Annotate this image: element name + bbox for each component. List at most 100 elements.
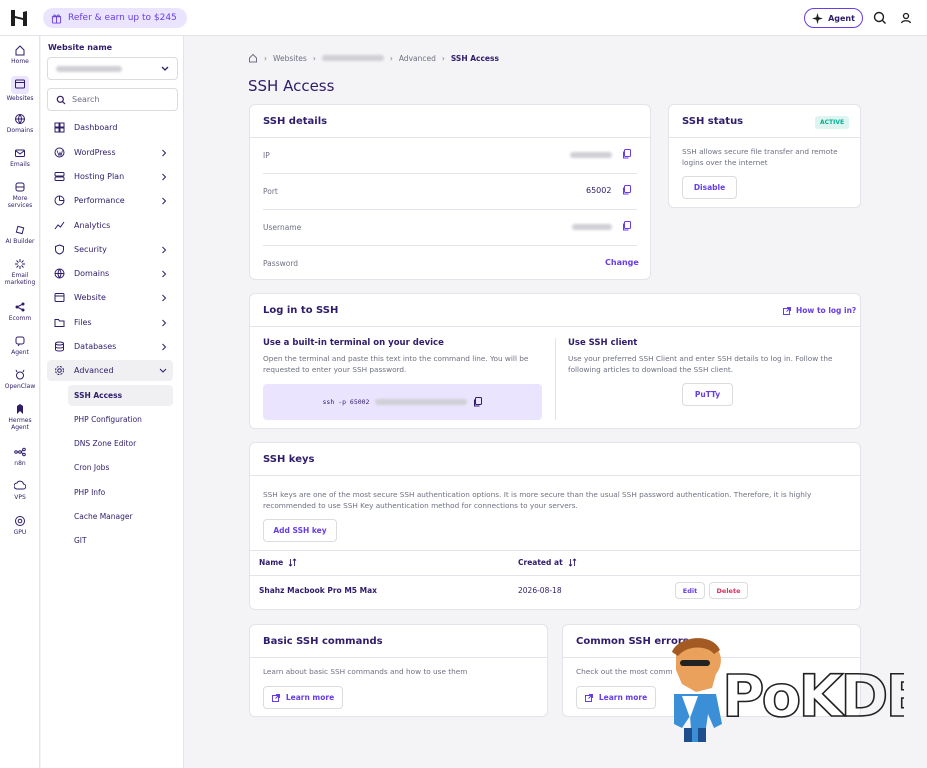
sidebar-item-hosting-plan[interactable]: Hosting Plan <box>47 166 173 187</box>
change-password-link[interactable]: Change <box>605 258 639 267</box>
sidebar-search-input[interactable]: Search <box>47 88 178 111</box>
terminal-description: Open the terminal and paste this text in… <box>263 354 529 374</box>
breadcrumb-websites[interactable]: Websites <box>273 54 307 63</box>
external-link-icon <box>783 306 791 315</box>
sidebar-item-label: Security <box>74 245 107 254</box>
copy-icon[interactable] <box>473 397 483 407</box>
sidebar-item-domains[interactable]: Domains <box>47 263 173 284</box>
copy-icon[interactable] <box>622 221 631 231</box>
breadcrumb-separator: › <box>264 53 267 63</box>
divider <box>250 137 650 138</box>
putty-button[interactable]: PuTTy <box>682 383 733 406</box>
rail-more-services[interactable]: More services <box>0 181 40 209</box>
chevron-right-icon <box>162 173 167 181</box>
column-header-created[interactable]: Created at <box>518 558 577 567</box>
rail-email-marketing[interactable]: Email marketing <box>0 258 40 286</box>
sidebar-item-wordpress[interactable]: WordPress <box>47 142 173 163</box>
sidebar-sub-cache-manager[interactable]: Cache Manager <box>68 506 173 527</box>
rail-label: n8n <box>14 460 26 467</box>
divider <box>669 137 860 138</box>
rail-selected-bg <box>11 76 29 94</box>
rail-ai-builder[interactable]: AI Builder <box>0 224 40 245</box>
home-icon[interactable] <box>248 53 258 63</box>
analytics-icon <box>54 221 65 230</box>
sidebar-sub-php-configuration[interactable]: PHP Configuration <box>68 409 173 430</box>
divider <box>250 550 860 551</box>
login-ssh-card: Log in to SSH How to log in? Use a built… <box>249 293 861 429</box>
rail-vps[interactable]: VPS <box>0 480 40 501</box>
delete-button[interactable]: Delete <box>709 582 748 599</box>
sidebar-item-analytics[interactable]: Analytics <box>47 215 173 236</box>
search-icon[interactable] <box>872 10 888 26</box>
how-to-login-link[interactable]: How to log in? <box>783 306 856 315</box>
ssh-command-box[interactable]: ssh -p 65002 <box>263 384 542 420</box>
rail-openclaw[interactable]: OpenClaw <box>0 369 40 390</box>
divider <box>250 575 860 576</box>
top-bar: Refer & earn up to $245 Agent <box>0 0 927 36</box>
chevron-right-icon <box>162 343 167 351</box>
copy-icon[interactable] <box>622 149 631 159</box>
card-title: SSH details <box>263 116 328 127</box>
learn-more-button[interactable]: Learn more <box>263 686 343 709</box>
sidebar-item-label: Website <box>74 293 106 302</box>
learn-more-button[interactable]: Learn more <box>576 686 656 709</box>
rail-label: Ecomm <box>8 315 32 322</box>
port-label: Port <box>263 187 278 196</box>
rail-label: More services <box>7 195 33 209</box>
sidebar-sub-dns-zone-editor[interactable]: DNS Zone Editor <box>68 433 173 454</box>
rail-websites[interactable]: Websites <box>0 76 40 102</box>
copy-icon[interactable] <box>622 185 631 195</box>
external-link-icon <box>584 693 593 702</box>
vps-icon <box>14 480 26 490</box>
ssh-keys-card: SSH keys SSH keys are one of the most se… <box>249 442 861 610</box>
rail-agent[interactable]: Agent <box>0 335 40 356</box>
breadcrumb-separator: › <box>441 53 445 63</box>
chevron-down-icon <box>159 368 167 373</box>
sidebar-item-label: Analytics <box>74 221 111 230</box>
basic-commands-description: Learn about basic SSH commands and how t… <box>263 667 468 676</box>
left-rail: Home Websites Domains Emails More servic… <box>0 36 40 768</box>
hostinger-logo[interactable] <box>10 9 28 27</box>
rail-hermes-agent[interactable]: Hermes Agent <box>0 403 40 431</box>
rail-gpu[interactable]: GPU <box>0 515 40 536</box>
shield-icon <box>55 244 64 255</box>
sidebar-item-dashboard[interactable]: Dashboard <box>47 117 173 138</box>
sidebar-item-advanced[interactable]: Advanced <box>47 360 173 381</box>
rail-home[interactable]: Home <box>0 44 40 65</box>
website-name-label: Website name <box>48 43 113 52</box>
sidebar-sub-cron-jobs[interactable]: Cron Jobs <box>68 457 173 478</box>
sidebar-item-security[interactable]: Security <box>47 239 173 260</box>
agent-button[interactable]: Agent <box>804 8 863 28</box>
sub-item-label: PHP Info <box>74 488 106 497</box>
port-value: 65002 <box>586 186 612 195</box>
sidebar-sub-php-info[interactable]: PHP Info <box>68 482 173 503</box>
blurred-domain[interactable] <box>321 55 384 61</box>
sidebar-sub-ssh-access[interactable]: SSH Access <box>68 385 173 406</box>
add-ssh-key-button[interactable]: Add SSH key <box>263 519 337 542</box>
agent-icon <box>15 336 25 347</box>
folder-icon <box>54 319 65 327</box>
refer-earn-button[interactable]: Refer & earn up to $245 <box>43 8 187 28</box>
edit-button[interactable]: Edit <box>675 582 705 599</box>
disable-button[interactable]: Disable <box>682 176 737 199</box>
website-select[interactable] <box>47 57 178 80</box>
breadcrumb-advanced[interactable]: Advanced <box>399 54 436 63</box>
rail-emails[interactable]: Emails <box>0 147 40 168</box>
rail-domains[interactable]: Domains <box>0 113 40 134</box>
sidebar-item-databases[interactable]: Databases <box>47 336 173 357</box>
sub-item-label: DNS Zone Editor <box>74 439 137 448</box>
sidebar-sub-git[interactable]: GIT <box>68 530 173 551</box>
client-title: Use SSH client <box>568 338 638 348</box>
sub-item-label: PHP Configuration <box>74 415 142 424</box>
sidebar-item-website[interactable]: Website <box>47 287 173 308</box>
search-placeholder: Search <box>72 95 100 104</box>
rail-n8n[interactable]: n8n <box>0 446 40 467</box>
sidebar-item-performance[interactable]: Performance <box>47 190 173 211</box>
sidebar-item-files[interactable]: Files <box>47 312 173 333</box>
mascot-figure <box>672 638 722 742</box>
rail-ecomm[interactable]: Ecomm <box>0 301 40 322</box>
openclaw-icon <box>15 369 25 380</box>
user-icon[interactable] <box>898 10 914 26</box>
search-icon <box>56 95 66 104</box>
column-header-name[interactable]: Name <box>259 558 297 567</box>
